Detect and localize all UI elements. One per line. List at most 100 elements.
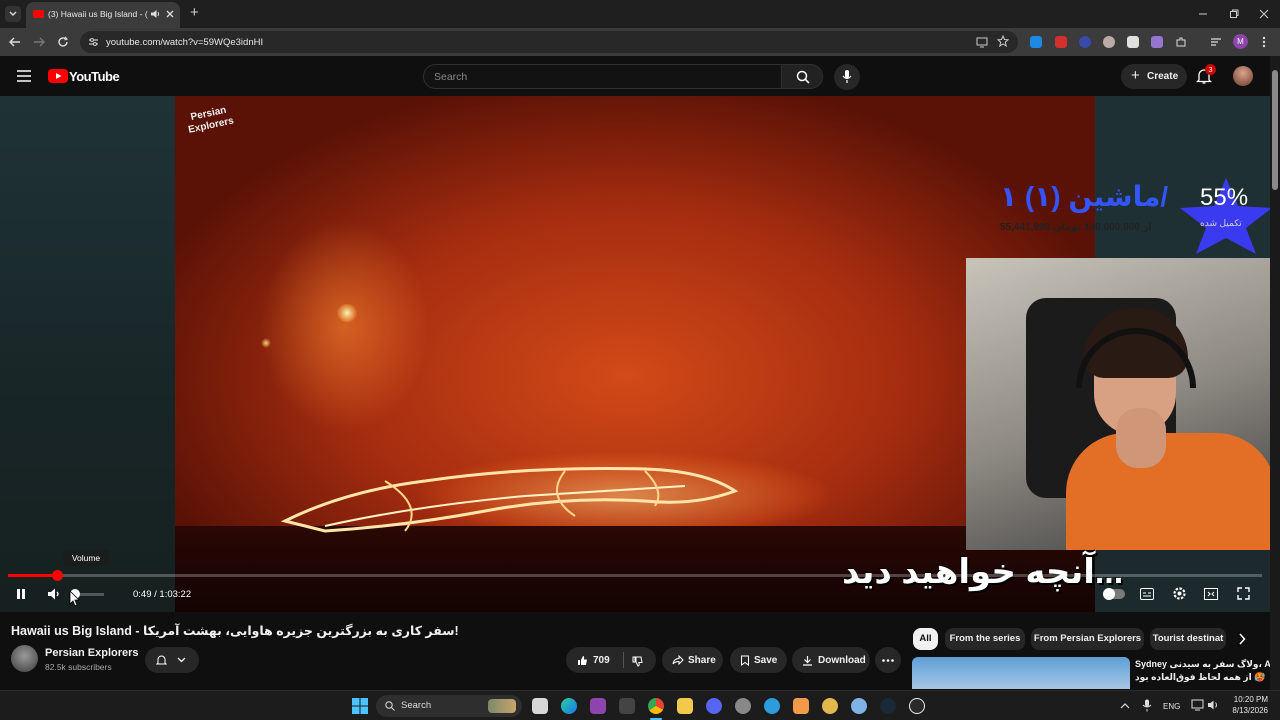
- tab-title: (3) Hawaii us Big Island - (L: [48, 9, 148, 19]
- speaker-icon[interactable]: [150, 9, 160, 19]
- more-actions-button[interactable]: [875, 647, 901, 673]
- extension-game-icon[interactable]: [1103, 36, 1115, 48]
- app-blue-drop-icon[interactable]: [851, 698, 867, 714]
- settings-gear-icon[interactable]: [1172, 586, 1187, 601]
- tray-volume-icon[interactable]: [1207, 699, 1220, 711]
- edge-browser-icon[interactable]: [561, 698, 577, 714]
- bookmark-star-icon[interactable]: [997, 35, 1009, 47]
- thumbs-down-icon[interactable]: [632, 656, 643, 667]
- tab-list-button[interactable]: [5, 6, 21, 22]
- forward-arrow-icon[interactable]: [33, 37, 45, 47]
- recommended-title-line2: از همه لحاظ فوق‌العاده بود 🥵: [1135, 672, 1266, 682]
- chrome-browser-icon[interactable]: [648, 698, 664, 714]
- app-orange-icon[interactable]: [793, 698, 809, 714]
- video-caption-overlay: آنچه خواهید دید...: [842, 553, 1124, 591]
- windows-taskbar: Search ENG 10:20 PM 8/13/2026: [0, 690, 1280, 720]
- subtitles-icon[interactable]: [1140, 588, 1154, 600]
- fullscreen-icon[interactable]: [1237, 587, 1250, 600]
- pause-icon[interactable]: [15, 588, 27, 600]
- recommended-video-thumbnail[interactable]: [912, 657, 1130, 689]
- extension-puzzle-purple-icon[interactable]: [1151, 36, 1163, 48]
- time-display: 0:49 / 1:03:22: [133, 589, 192, 600]
- extension-blue-icon[interactable]: [1079, 36, 1091, 48]
- extension-shield-icon[interactable]: [1127, 36, 1139, 48]
- back-arrow-icon[interactable]: [9, 37, 21, 47]
- youtube-logo[interactable]: YouTube: [48, 69, 120, 85]
- chip-from-the-series[interactable]: From the series: [945, 628, 1025, 650]
- install-app-icon[interactable]: [976, 36, 988, 48]
- menu-hamburger-icon[interactable]: [17, 70, 31, 82]
- user-avatar[interactable]: [1233, 66, 1253, 86]
- extension-record-icon[interactable]: [1055, 36, 1067, 48]
- share-arrow-icon: [672, 655, 684, 665]
- taskbar-search[interactable]: Search: [376, 695, 522, 717]
- progress-bar-played: [8, 574, 57, 577]
- channel-name[interactable]: Persian Explorers: [45, 647, 139, 659]
- extensions-puzzle-icon[interactable]: [1175, 36, 1187, 48]
- notifications-button[interactable]: 3: [1196, 64, 1216, 86]
- search-input[interactable]: Search: [423, 64, 782, 89]
- theater-mode-icon[interactable]: [1204, 588, 1218, 600]
- minimize-icon[interactable]: [1198, 9, 1208, 19]
- windows-start-icon[interactable]: [352, 698, 368, 714]
- save-button[interactable]: Save: [730, 647, 787, 673]
- reload-icon[interactable]: [57, 36, 69, 48]
- video-player[interactable]: Persian Explorers 55% تکمیل شده ماشین (۱…: [0, 96, 1270, 612]
- app-unity-icon[interactable]: [619, 698, 635, 714]
- search-button[interactable]: [781, 64, 823, 89]
- tray-microphone-icon[interactable]: [1142, 699, 1152, 712]
- reading-list-icon[interactable]: [1210, 36, 1222, 48]
- taskbar-search-label: Search: [401, 700, 432, 711]
- discord-icon[interactable]: [706, 698, 722, 714]
- tray-display-icon[interactable]: [1191, 699, 1204, 711]
- recommended-video-title[interactable]: Sydney ولاگ سفر به سیدنی، AU از همه لحاظ…: [1135, 658, 1270, 684]
- language-indicator[interactable]: ENG: [1163, 702, 1180, 711]
- more-vertical-icon[interactable]: [1261, 36, 1267, 48]
- channel-watermark-logo: Persian Explorers: [187, 104, 235, 136]
- channel-avatar[interactable]: [11, 645, 38, 672]
- volume-muted-icon[interactable]: [47, 587, 61, 601]
- new-tab-button[interactable]: +: [190, 4, 199, 21]
- thumbs-up-icon: [578, 656, 587, 665]
- chevron-right-icon[interactable]: [1238, 633, 1246, 645]
- donation-amount: 55,441,999 از 100,000,000 تومان: [1000, 222, 1152, 233]
- autoplay-toggle[interactable]: [1103, 588, 1125, 600]
- task-view-icon[interactable]: [532, 698, 548, 714]
- scrollbar-thumb[interactable]: [1272, 70, 1278, 190]
- browser-tab-active[interactable]: (3) Hawaii us Big Island - (L: [26, 2, 180, 28]
- progress-bar[interactable]: [8, 574, 1262, 577]
- voice-search-button[interactable]: [834, 64, 860, 90]
- like-button[interactable]: 709: [566, 647, 622, 673]
- chip-tourist-destinations[interactable]: Tourist destinat: [1150, 628, 1226, 650]
- extension-translate-icon[interactable]: [1030, 36, 1042, 48]
- app-coin-icon[interactable]: [822, 698, 838, 714]
- site-info-icon[interactable]: [88, 37, 99, 47]
- youtube-play-logo-icon: [48, 69, 68, 83]
- app-r-icon[interactable]: [590, 698, 606, 714]
- clock-time[interactable]: 10:20 PM: [1226, 695, 1268, 704]
- restore-icon[interactable]: [1229, 9, 1239, 19]
- browser-toolbar: youtube.com/watch?v=59WQe3idnHI M: [0, 28, 1280, 56]
- chip-from-persian-explorers[interactable]: From Persian Explorers: [1031, 628, 1144, 650]
- tray-chevron-up-icon[interactable]: [1120, 702, 1130, 709]
- file-explorer-icon[interactable]: [677, 698, 693, 714]
- download-button[interactable]: Download: [792, 647, 870, 673]
- progress-scrubber-handle[interactable]: [52, 570, 63, 581]
- close-tab-icon[interactable]: [166, 10, 174, 18]
- media-player-icon[interactable]: [909, 698, 925, 714]
- app-check-icon[interactable]: [764, 698, 780, 714]
- more-horizontal-icon: [882, 659, 894, 662]
- chevron-down-icon: [177, 657, 186, 663]
- steam-icon[interactable]: [880, 698, 896, 714]
- app-clock-icon[interactable]: [735, 698, 751, 714]
- subscribed-notifications-button[interactable]: [145, 647, 199, 673]
- create-button[interactable]: + Create: [1121, 64, 1187, 89]
- clock-date[interactable]: 8/13/2026: [1222, 706, 1268, 715]
- chip-all[interactable]: All: [913, 628, 938, 650]
- profile-avatar[interactable]: M: [1233, 34, 1248, 49]
- share-button[interactable]: Share: [662, 647, 723, 673]
- create-label: Create: [1147, 71, 1179, 82]
- plus-icon: +: [1131, 67, 1140, 84]
- address-bar[interactable]: youtube.com/watch?v=59WQe3idnHI: [80, 31, 1018, 53]
- close-window-icon[interactable]: [1259, 9, 1269, 19]
